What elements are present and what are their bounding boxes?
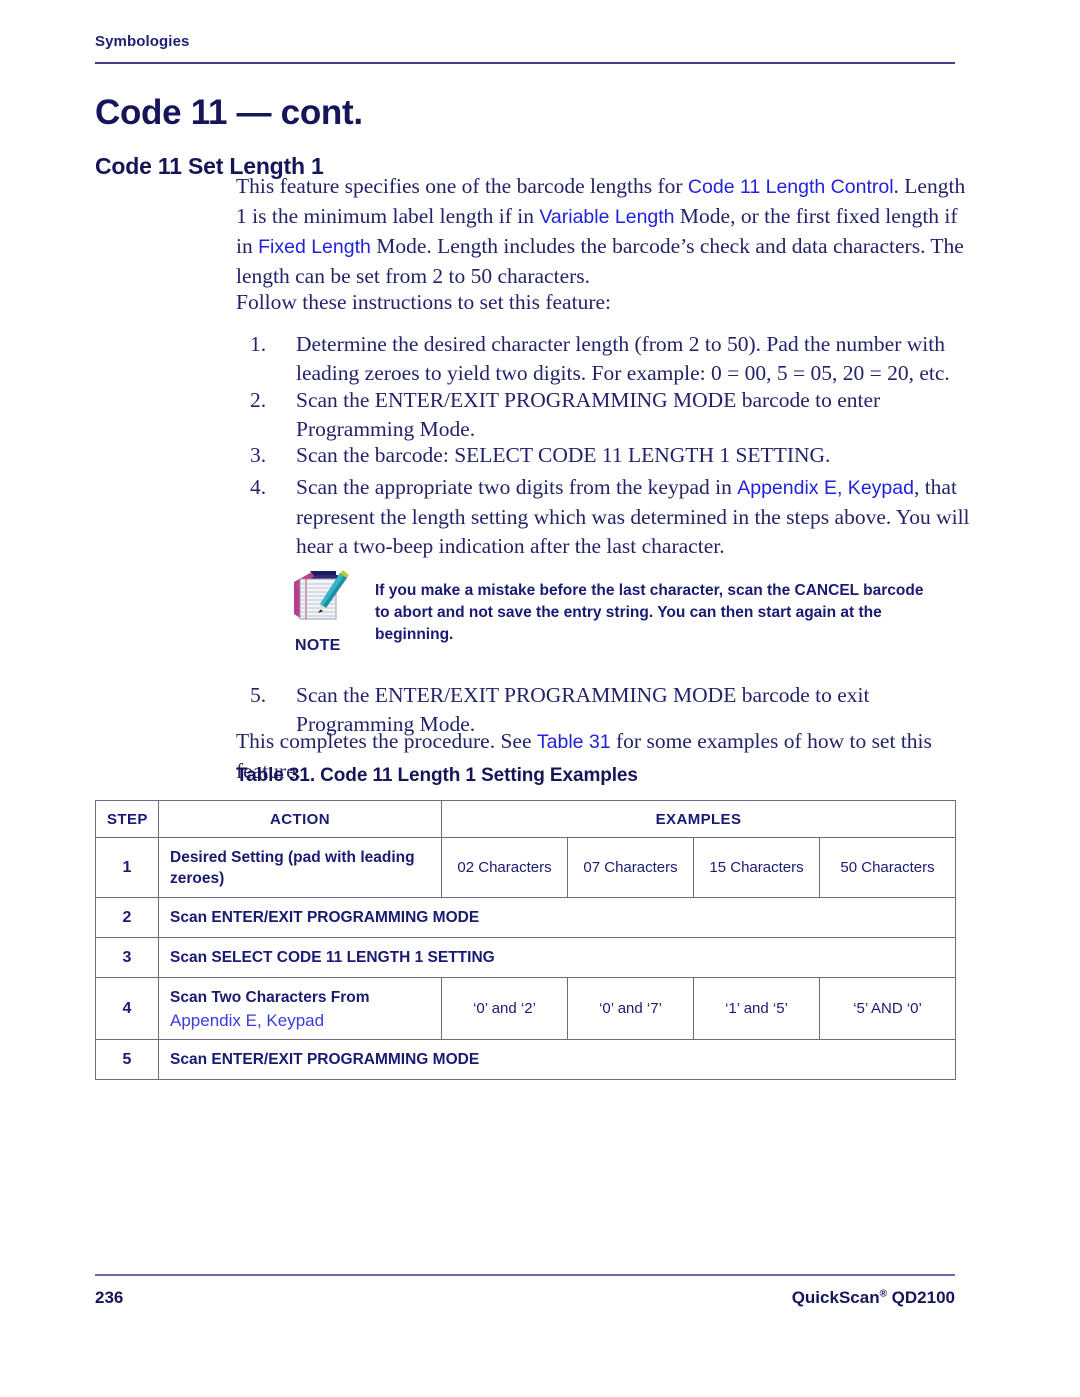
list-text-2: Scan the ENTER/EXIT PROGRAMMING MODE bar… — [296, 388, 881, 441]
closing-text-1: This completes the procedure. See — [236, 729, 537, 753]
cell-step-3: 3 — [95, 937, 159, 978]
link-variable-length[interactable]: Variable Length — [539, 206, 674, 228]
cell-action-4: Scan Two Characters From Appendix E, Key… — [158, 977, 442, 1040]
list-text-3: Scan the barcode: SELECT CODE 11 LENGTH … — [296, 443, 831, 467]
table-caption: Table 31. Code 11 Length 1 Setting Examp… — [236, 765, 638, 786]
cell-example-1-2: 07 Characters — [567, 837, 694, 898]
list-text-4: Scan the appropriate two digits from the… — [296, 473, 980, 561]
list-item-3: 3. Scan the barcode: SELECT CODE 11 LENG… — [250, 441, 966, 470]
cell-example-1-1: 02 Characters — [441, 837, 568, 898]
cell-example-4-2: ‘0’ and ‘7’ — [567, 977, 694, 1040]
cell-step-4: 4 — [95, 977, 159, 1040]
list-marker-1: 1. — [250, 332, 267, 356]
list-marker-4: 4. — [250, 475, 267, 499]
link-appendix-e-keypad[interactable]: Appendix E, Keypad — [737, 477, 914, 499]
table-row: 2 Scan ENTER/EXIT PROGRAMMING MODE — [95, 897, 957, 938]
document-page: Symbologies Code 11 — cont. Code 11 Set … — [0, 0, 1080, 1397]
intro-text-1: This feature specifies one of the barcod… — [236, 174, 688, 198]
list-item-4: 4. Scan the appropriate two digits from … — [250, 473, 970, 561]
cell-link-appendix-e-keypad[interactable]: Appendix E, Keypad — [170, 1010, 433, 1031]
cell-action-3: Scan SELECT CODE 11 LENGTH 1 SETTING — [157, 937, 957, 978]
list-text-4-part1: Scan the appropriate two digits from the… — [296, 475, 738, 499]
column-header-step: STEP — [95, 800, 159, 838]
table-row: 3 Scan SELECT CODE 11 LENGTH 1 SETTING — [95, 937, 957, 978]
cell-step-1: 1 — [95, 837, 159, 898]
intro-paragraph: This feature specifies one of the barcod… — [236, 172, 966, 291]
product-name: QuickScan® QD2100 — [792, 1288, 955, 1308]
footer-divider — [95, 1274, 955, 1276]
cell-example-4-1: ‘0’ and ‘2’ — [441, 977, 568, 1040]
length-setting-examples-table: STEP ACTION EXAMPLES 1 Desired Setting (… — [95, 800, 957, 1080]
cell-example-4-4: ‘5’ AND ‘0’ — [818, 977, 957, 1040]
table-row: 4 Scan Two Characters From Appendix E, K… — [95, 977, 957, 1040]
cell-example-1-3: 15 Characters — [693, 837, 820, 898]
list-marker-3: 3. — [250, 443, 267, 467]
running-header: Symbologies — [95, 33, 190, 50]
product-model-text: QD2100 — [886, 1288, 955, 1307]
note-text: If you make a mistake before the last ch… — [375, 582, 924, 643]
cell-action-1: Desired Setting (pad with leading zeroes… — [158, 837, 442, 898]
cell-action-2: Scan ENTER/EXIT PROGRAMMING MODE — [157, 897, 957, 938]
list-text-1: Determine the desired character length (… — [296, 332, 950, 385]
link-table-31[interactable]: Table 31 — [537, 731, 611, 753]
link-code-11-length-control[interactable]: Code 11 Length Control — [688, 176, 894, 198]
list-item-1: 1. Determine the desired character lengt… — [250, 330, 966, 388]
header-divider — [95, 62, 955, 64]
list-marker-5: 5. — [250, 683, 267, 707]
table-row: 1 Desired Setting (pad with leading zero… — [95, 837, 957, 898]
registered-mark-icon: ® — [879, 1288, 887, 1300]
cell-step-2: 2 — [95, 897, 159, 938]
link-fixed-length[interactable]: Fixed Length — [258, 236, 371, 258]
table-header-row: STEP ACTION EXAMPLES — [95, 800, 957, 838]
cell-example-1-4: 50 Characters — [818, 837, 957, 898]
cell-action-5: Scan ENTER/EXIT PROGRAMMING MODE — [157, 1039, 957, 1080]
page-title: Code 11 — cont. — [95, 93, 363, 133]
cell-action-4-text: Scan Two Characters From — [170, 988, 370, 1006]
cell-example-4-3: ‘1’ and ‘5’ — [693, 977, 820, 1040]
list-item-2: 2. Scan the ENTER/EXIT PROGRAMMING MODE … — [250, 386, 966, 444]
column-header-action: ACTION — [158, 800, 442, 838]
column-header-examples: EXAMPLES — [440, 800, 957, 838]
instructions-lead-in: Follow these instructions to set this fe… — [236, 290, 612, 314]
table-row: 5 Scan ENTER/EXIT PROGRAMMING MODE — [95, 1039, 957, 1080]
product-name-text: QuickScan — [791, 1288, 880, 1307]
note-label: NOTE — [295, 637, 341, 654]
note-icon — [290, 568, 352, 626]
page-number: 236 — [95, 1288, 124, 1307]
list-marker-2: 2. — [250, 388, 267, 412]
cell-step-5: 5 — [95, 1039, 159, 1080]
